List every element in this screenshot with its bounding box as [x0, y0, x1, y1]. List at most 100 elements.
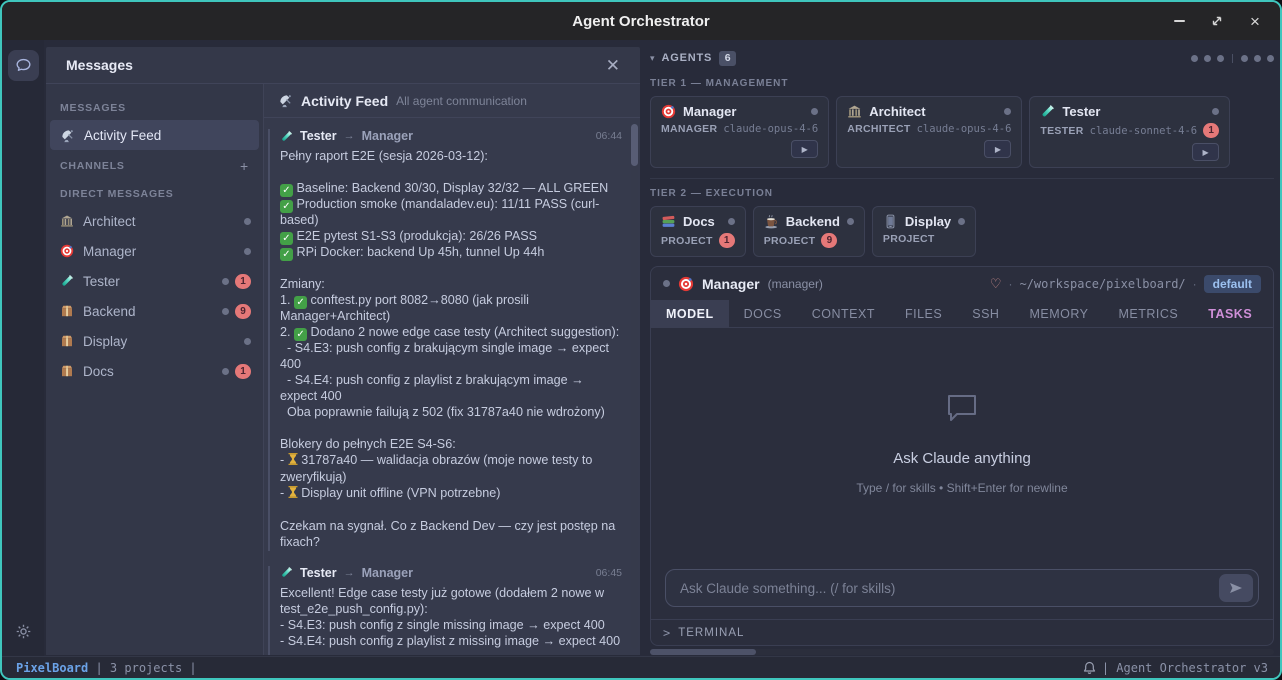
- satellite-icon: [278, 93, 293, 108]
- phone-icon: [883, 214, 898, 229]
- settings-button[interactable]: [8, 616, 38, 646]
- tab-model[interactable]: MODEL: [651, 300, 729, 327]
- agent-name: Backend: [786, 214, 840, 229]
- empty-state-title: Ask Claude anything: [893, 450, 1031, 467]
- presence-dot: [244, 248, 251, 255]
- sidebar-item-docs[interactable]: Docs 1: [46, 356, 263, 386]
- play-icon: ▶: [802, 145, 808, 154]
- presence-dot: [663, 280, 670, 287]
- tab-ssh[interactable]: SSH: [957, 300, 1014, 327]
- feed-scrollbar-thumb[interactable]: [631, 124, 638, 166]
- tab-context[interactable]: CONTEXT: [797, 300, 890, 327]
- channels-label: CHANNELS: [60, 160, 125, 172]
- agents-count-badge: 6: [719, 51, 736, 66]
- workspace-path: ~/workspace/pixelboard/: [1019, 277, 1185, 291]
- package-icon: [60, 304, 74, 318]
- presence-dot: [222, 278, 229, 285]
- horizontal-scrollbar-thumb[interactable]: [650, 649, 756, 655]
- close-button[interactable]: ×: [1240, 8, 1270, 34]
- tab-metrics[interactable]: METRICS: [1103, 300, 1193, 327]
- messages-close-button[interactable]: ✕: [602, 55, 624, 76]
- version-label: | Agent Orchestrator v3: [1102, 661, 1268, 675]
- feed-scroll-area[interactable]: Tester → Manager 06:44 Pełny raport E2E …: [264, 118, 640, 655]
- feed-message: Tester → Manager 06:45 Excellent! Edge c…: [268, 566, 622, 655]
- feed-title: Activity Feed: [301, 93, 388, 109]
- agent-card-display[interactable]: Display PROJECT: [872, 206, 976, 257]
- agent-badge: 1: [719, 233, 735, 248]
- agent-name: Docs: [683, 214, 715, 229]
- agents-header-dots: [1191, 54, 1274, 63]
- building-icon: [60, 214, 74, 228]
- tab-tasks[interactable]: TASKS: [1193, 300, 1267, 327]
- tab-memory[interactable]: MEMORY: [1014, 300, 1103, 327]
- maximize-button[interactable]: [1202, 8, 1232, 34]
- send-button[interactable]: [1219, 574, 1253, 602]
- arrow-icon: →: [344, 130, 355, 142]
- horizontal-scrollbar[interactable]: [650, 649, 1274, 655]
- testtube-icon: [60, 274, 74, 288]
- agents-header[interactable]: ▾ AGENTS 6: [650, 47, 1274, 69]
- feed-scrollbar[interactable]: [631, 124, 638, 649]
- agent-badge: 1: [1203, 123, 1219, 138]
- tab-audit[interactable]: AUDIT: [1267, 300, 1274, 327]
- presence-dot: [1212, 108, 1219, 115]
- minimize-icon: [1174, 20, 1185, 22]
- presence-dot: [244, 218, 251, 225]
- building-icon: [847, 104, 862, 119]
- testtube-icon: [1040, 104, 1055, 119]
- tab-docs[interactable]: DOCS: [729, 300, 797, 327]
- composer-box: [665, 569, 1259, 607]
- dm-name: Backend: [83, 304, 136, 319]
- speech-bubble-icon: [945, 392, 979, 424]
- bell-icon[interactable]: [1083, 661, 1096, 675]
- tab-files[interactable]: FILES: [890, 300, 957, 327]
- sidebar-item-activity-feed[interactable]: Activity Feed: [50, 120, 259, 150]
- sidebar-item-backend[interactable]: Backend 9: [46, 296, 263, 326]
- sidebar-item-display[interactable]: Display: [46, 326, 263, 356]
- run-agent-button[interactable]: ▶: [984, 140, 1011, 158]
- agent-card-manager[interactable]: Manager MANAGER claude-opus-4-6 ▶: [650, 96, 829, 168]
- dot-icon: [1217, 55, 1224, 62]
- ask-input[interactable]: [680, 581, 1219, 596]
- messages-panel: Messages ✕ MESSAGES Activity Feed CHANNE…: [46, 47, 640, 655]
- sidebar-item-tester[interactable]: Tester 1: [46, 266, 263, 296]
- message-time: 06:45: [596, 567, 622, 579]
- feed-subtitle: All agent communication: [396, 94, 527, 108]
- brand-label: PixelBoard: [16, 661, 88, 675]
- message-header: Tester → Manager 06:45: [280, 566, 622, 580]
- arrow-icon: →: [344, 567, 355, 579]
- sidebar-item-manager[interactable]: Manager: [46, 236, 263, 266]
- dot-icon: [1191, 55, 1198, 62]
- add-channel-button[interactable]: +: [240, 158, 249, 174]
- agent-role: ARCHITECT: [847, 123, 910, 135]
- message-body: Excellent! Edge case testy już gotowe (d…: [280, 586, 622, 655]
- dm-name: Tester: [83, 274, 120, 289]
- section-channels: CHANNELS +: [46, 150, 263, 180]
- section-messages: MESSAGES: [46, 94, 263, 120]
- run-agent-button[interactable]: ▶: [1192, 143, 1219, 161]
- feed-message: Tester → Manager 06:44 Pełny raport E2E …: [268, 129, 622, 551]
- maximize-icon: [1211, 15, 1223, 27]
- presence-dot: [811, 108, 818, 115]
- messages-panel-body: MESSAGES Activity Feed CHANNELS + DIRECT…: [46, 84, 640, 655]
- dot-separator: ·: [1008, 277, 1012, 291]
- tier1-cards: Manager MANAGER claude-opus-4-6 ▶ Arc: [650, 96, 1274, 168]
- presence-dot: [222, 368, 229, 375]
- terminal-toggle[interactable]: > TERMINAL: [651, 619, 1273, 645]
- minimize-button[interactable]: [1164, 8, 1194, 34]
- agent-card-tester[interactable]: Tester TESTER claude-sonnet-4-6 1 ▶: [1029, 96, 1230, 168]
- run-agent-button[interactable]: ▶: [791, 140, 818, 158]
- agent-card-architect[interactable]: Architect ARCHITECT claude-opus-4-6 ▶: [836, 96, 1022, 168]
- env-badge[interactable]: default: [1204, 275, 1261, 293]
- agent-card-docs[interactable]: Docs PROJECT 1: [650, 206, 746, 257]
- agent-model: claude-opus-4-6: [917, 123, 1012, 135]
- sidebar-item-label: Activity Feed: [84, 128, 161, 143]
- sidebar-item-architect[interactable]: Architect: [46, 206, 263, 236]
- collapse-caret-icon[interactable]: ▾: [650, 53, 655, 64]
- messages-rail-button[interactable]: [8, 50, 39, 81]
- tier1-label: TIER 1 — MANAGEMENT: [650, 78, 1274, 89]
- agent-role: TESTER: [1040, 125, 1083, 137]
- agent-card-backend[interactable]: Backend PROJECT 9: [753, 206, 865, 257]
- heart-icon[interactable]: ♡: [990, 276, 1002, 292]
- agent-name: Architect: [869, 104, 925, 119]
